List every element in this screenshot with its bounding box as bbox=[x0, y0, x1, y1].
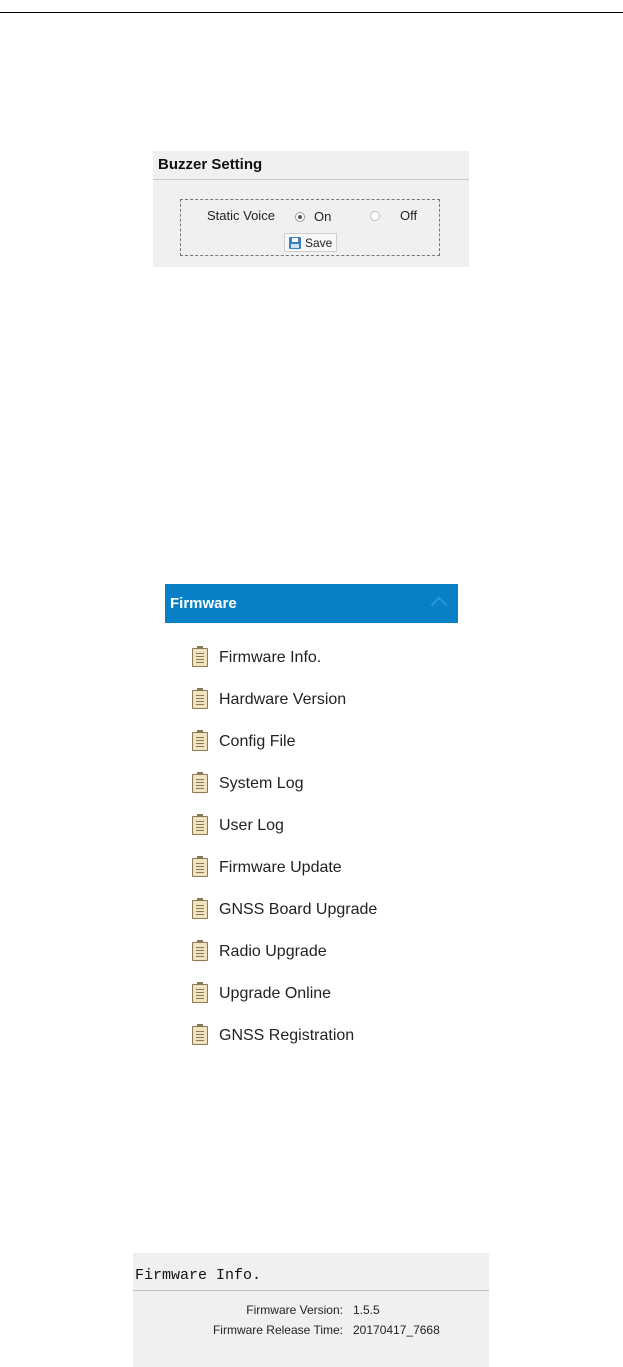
buzzer-form: Static Voice On Off Save bbox=[180, 199, 440, 256]
static-voice-on-radio[interactable] bbox=[295, 212, 305, 222]
clipboard-icon bbox=[192, 1024, 208, 1045]
buzzer-setting-title: Buzzer Setting bbox=[158, 156, 263, 173]
menu-item-label[interactable]: GNSS Board Upgrade bbox=[219, 901, 377, 919]
firmware-version-label: Firmware Version: bbox=[246, 1303, 343, 1317]
divider bbox=[153, 179, 469, 180]
divider bbox=[133, 1290, 489, 1291]
clipboard-icon bbox=[192, 688, 208, 709]
menu-item-label[interactable]: Radio Upgrade bbox=[219, 943, 327, 961]
menu-item-label[interactable]: GNSS Registration bbox=[219, 1027, 354, 1045]
firmware-info-title: Firmware Info. bbox=[135, 1267, 262, 1284]
buzzer-setting-panel: Buzzer Setting Static Voice On Off Save bbox=[153, 151, 469, 267]
menu-item-label[interactable]: User Log bbox=[219, 817, 284, 835]
menu-item-label[interactable]: System Log bbox=[219, 775, 303, 793]
firmware-info-panel: Firmware Info. Firmware Version: 1.5.5 F… bbox=[133, 1253, 489, 1367]
menu-item-label[interactable]: Upgrade Online bbox=[219, 985, 331, 1003]
clipboard-icon bbox=[192, 730, 208, 751]
menu-item-label[interactable]: Firmware Info. bbox=[219, 649, 321, 667]
firmware-release-time-label: Firmware Release Time: bbox=[212, 1323, 343, 1337]
top-divider bbox=[0, 12, 623, 13]
clipboard-icon bbox=[192, 814, 208, 835]
firmware-menu-title: Firmware bbox=[170, 595, 237, 612]
clipboard-icon bbox=[192, 772, 208, 793]
firmware-menu-header[interactable]: Firmware bbox=[165, 584, 458, 623]
save-button-label: Save bbox=[305, 236, 333, 250]
static-voice-off-label[interactable]: Off bbox=[400, 208, 417, 223]
clipboard-icon bbox=[192, 646, 208, 667]
menu-item-label[interactable]: Config File bbox=[219, 733, 295, 751]
firmware-version-value: 1.5.5 bbox=[353, 1303, 380, 1317]
save-button[interactable]: Save bbox=[284, 233, 338, 252]
clipboard-icon bbox=[192, 898, 208, 919]
chevron-up-icon[interactable] bbox=[430, 596, 448, 614]
static-voice-on-label[interactable]: On bbox=[314, 209, 331, 224]
clipboard-icon bbox=[192, 856, 208, 877]
clipboard-icon bbox=[192, 982, 208, 1003]
clipboard-icon bbox=[192, 940, 208, 961]
static-voice-label: Static Voice bbox=[207, 208, 275, 223]
static-voice-off-radio[interactable] bbox=[370, 211, 380, 221]
save-disk-icon bbox=[289, 237, 301, 249]
menu-item-label[interactable]: Firmware Update bbox=[219, 859, 342, 877]
firmware-release-time-value: 20170417_7668 bbox=[353, 1323, 440, 1337]
menu-item-label[interactable]: Hardware Version bbox=[219, 691, 346, 709]
